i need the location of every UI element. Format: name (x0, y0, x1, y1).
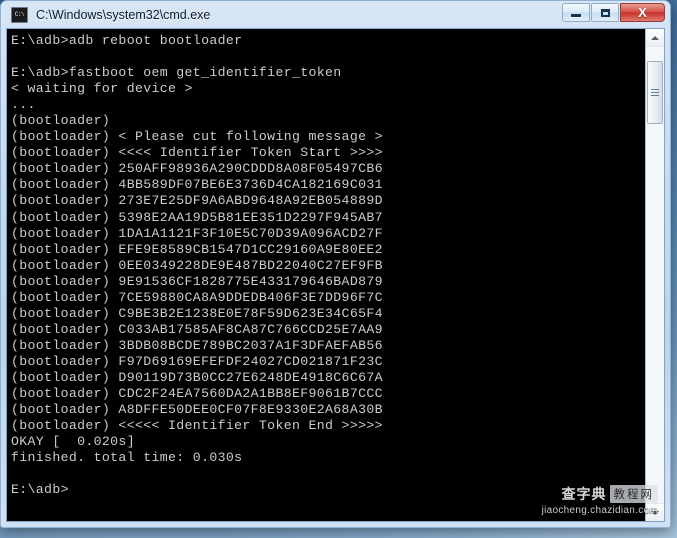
console-line: (bootloader) C033AB17585AF8CA87C766CCD25… (11, 321, 383, 337)
maximize-button[interactable] (591, 3, 619, 22)
console-line: (bootloader) < Please cut following mess… (11, 129, 383, 145)
console-line: E:\adb> (11, 482, 69, 498)
cmd-icon: C:\ (11, 6, 28, 23)
chevron-up-icon (651, 35, 659, 40)
console-line: (bootloader) 5398E2AA19D5B81EE351D2297F9… (11, 209, 383, 225)
console-line: (bootloader) <<<<< Identifier Token End … (11, 418, 383, 434)
console-line: (bootloader) CDC2F24EA7560DA2A1BB8EF9061… (11, 386, 383, 402)
console-line: OKAY [ 0.020s] (11, 434, 135, 450)
console-line: (bootloader) 3BDB08BCDE789BC2037A1F3DFAE… (11, 337, 383, 353)
minimize-icon (571, 14, 581, 17)
console-line: (bootloader) D90119D73B0CC27E6248DE4918C… (11, 369, 383, 385)
title-bar[interactable]: C:\ C:\Windows\system32\cmd.exe X (6, 1, 665, 28)
minimize-button[interactable] (562, 3, 590, 22)
console-line: E:\adb>fastboot oem get_identifier_token (11, 65, 342, 81)
scroll-down-button[interactable] (646, 503, 664, 521)
console-line: (bootloader) 273E7E25DF9A6ABD9648A92EB05… (11, 193, 383, 209)
console-line: E:\adb>adb reboot bootloader (11, 33, 243, 48)
close-icon: X (638, 5, 647, 20)
chevron-down-icon (651, 510, 659, 515)
caption-buttons: X (561, 3, 665, 22)
maximize-icon (600, 8, 610, 17)
console-line: (bootloader) A8DFFE50DEE0CF07F8E9330E2A6… (11, 402, 383, 418)
console-output[interactable]: E:\adb>adb reboot bootloader E:\adb>fast… (7, 29, 645, 521)
console-line: finished. total time: 0.030s (11, 450, 243, 466)
title-bar-left: C:\ C:\Windows\system32\cmd.exe (6, 6, 211, 23)
console-line: (bootloader) (11, 113, 111, 129)
cmd-window: C:\ C:\Windows\system32\cmd.exe X E:\adb… (0, 0, 671, 528)
scrollbar-thumb[interactable] (647, 61, 663, 124)
console-line: (bootloader) F97D69169EFEFDF24027CD02187… (11, 353, 383, 369)
console-line: (bootloader) C9BE3B2E1238E0E78F59D623E34… (11, 305, 383, 321)
console-line: (bootloader) 4BB589DF07BE6E3736D4CA18216… (11, 177, 383, 193)
close-button[interactable]: X (620, 3, 665, 22)
window-title: C:\Windows\system32\cmd.exe (36, 7, 211, 22)
grip-icon (651, 87, 659, 98)
console-line: (bootloader) 250AFF98936A290CDDD8A08F054… (11, 161, 383, 177)
scrollbar-track[interactable] (646, 47, 664, 503)
console-line: (bootloader) 0EE0349228DE9E487BD22040C27… (11, 257, 383, 273)
console-line: (bootloader) 9E91536CF1828775E433179646B… (11, 273, 383, 289)
console-line: (bootloader) EFE9E8589CB1547D1CC29160A9E… (11, 241, 383, 257)
console-line: < waiting for device > (11, 81, 193, 97)
console-line: ... (11, 97, 36, 113)
vertical-scrollbar[interactable] (645, 29, 664, 521)
console-line: (bootloader) 7CE59880CA8A9DDEDB406F3E7DD… (11, 289, 383, 305)
scroll-up-button[interactable] (646, 29, 664, 47)
client-area: E:\adb>adb reboot bootloader E:\adb>fast… (6, 28, 665, 522)
console-line: (bootloader) <<<< Identifier Token Start… (11, 145, 383, 161)
console-line: (bootloader) 1DA1A1121F3F10E5C70D39A096A… (11, 225, 383, 241)
